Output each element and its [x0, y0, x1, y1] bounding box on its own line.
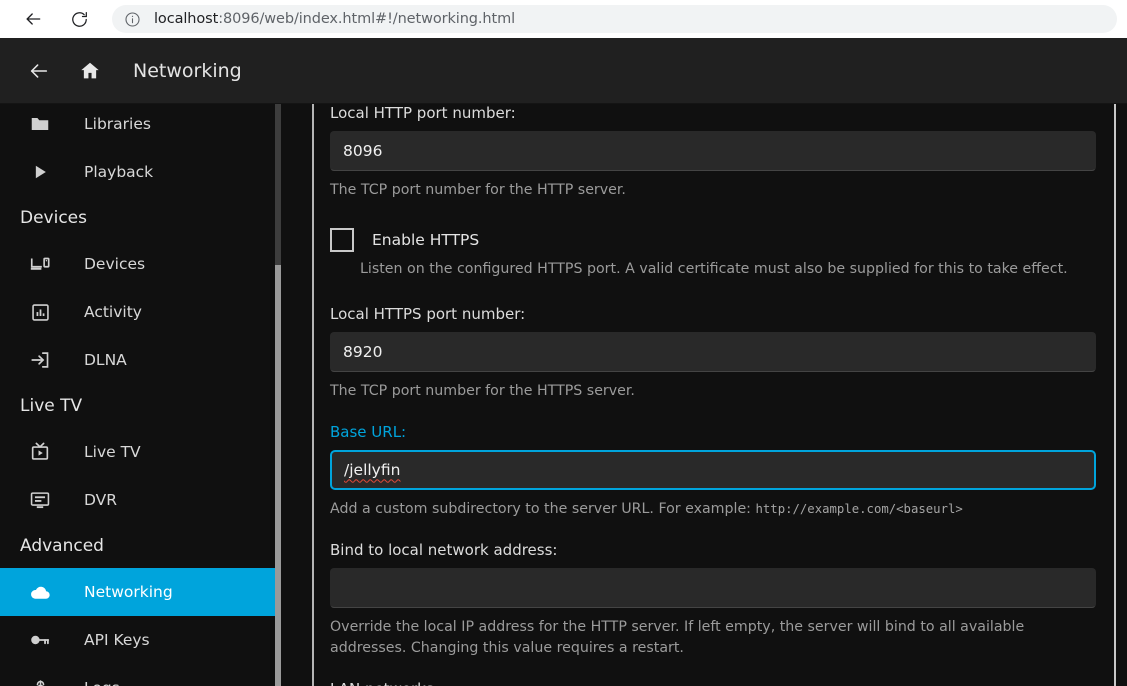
url-path: :8096/web/index.html#!/networking.html	[218, 11, 515, 27]
bug-icon	[28, 676, 52, 686]
url-host: localhost	[154, 11, 218, 27]
enable-https-row[interactable]: Enable HTTPS	[314, 228, 1114, 252]
enable-https-hint: Listen on the configured HTTPS port. A v…	[314, 252, 1114, 277]
app-home-button[interactable]	[73, 54, 107, 88]
arrow-left-icon	[28, 60, 50, 82]
page-title: Networking	[133, 60, 242, 82]
sidebar-section-devices: Devices	[0, 196, 280, 240]
sidebar-item-libraries[interactable]: Libraries	[0, 104, 280, 148]
base-url-input[interactable]: /jellyfin	[330, 450, 1096, 490]
enable-https-label: Enable HTTPS	[372, 231, 479, 249]
enable-https-checkbox[interactable]	[330, 228, 354, 252]
sidebar-item-label: Networking	[84, 583, 173, 601]
sidebar-item-dlna[interactable]: DLNA	[0, 336, 280, 384]
dvr-icon	[28, 488, 52, 512]
sidebar-item-label: DLNA	[84, 351, 127, 369]
cloud-icon	[28, 580, 52, 604]
sidebar-item-api-keys[interactable]: API Keys	[0, 616, 280, 664]
sidebar-item-label: Playback	[84, 163, 153, 181]
activity-icon	[28, 300, 52, 324]
home-icon	[79, 60, 101, 82]
devices-icon	[28, 252, 52, 276]
reload-icon	[70, 10, 89, 29]
sidebar-list: Libraries Playback Devices Devices Activity D…	[0, 104, 280, 686]
http-port-hint: The TCP port number for the HTTP server.	[330, 171, 1096, 200]
sidebar-item-label: DVR	[84, 491, 117, 509]
base-url-hint-text: Add a custom subdirectory to the server …	[330, 501, 751, 517]
browser-back-button[interactable]	[18, 4, 48, 34]
base-url-label: Base URL:	[330, 423, 1096, 450]
play-icon	[28, 160, 52, 184]
sidebar-item-devices[interactable]: Devices	[0, 240, 280, 288]
field-https-port: Local HTTPS port number: 8920 The TCP po…	[314, 305, 1114, 401]
http-port-label: Local HTTP port number:	[330, 104, 1096, 131]
bind-address-hint: Override the local IP address for the HT…	[330, 608, 1096, 657]
http-port-input[interactable]: 8096	[330, 131, 1096, 171]
key-icon	[28, 628, 52, 652]
https-port-hint: The TCP port number for the HTTPS server…	[330, 372, 1096, 401]
base-url-hint: Add a custom subdirectory to the server …	[330, 490, 1096, 519]
sidebar-item-label: Devices	[84, 255, 145, 273]
field-lan-networks: LAN networks:	[314, 680, 1114, 686]
sidebar-section-advanced: Advanced	[0, 524, 280, 568]
sidebar-item-playback[interactable]: Playback	[0, 148, 280, 196]
sidebar-item-label: API Keys	[84, 631, 150, 649]
sidebar-item-activity[interactable]: Activity	[0, 288, 280, 336]
https-port-label: Local HTTPS port number:	[330, 305, 1096, 332]
sidebar-item-label: Activity	[84, 303, 142, 321]
sidebar-item-label: Libraries	[84, 115, 151, 133]
dlna-icon	[28, 348, 52, 372]
sidebar-item-dvr[interactable]: DVR	[0, 476, 280, 524]
bind-address-label: Bind to local network address:	[330, 541, 1096, 568]
url-text: localhost:8096/web/index.html#!/networki…	[154, 11, 515, 27]
app-back-button[interactable]	[22, 54, 56, 88]
sidebar-section-live-tv: Live TV	[0, 384, 280, 428]
sidebar-item-label: Logs	[84, 679, 120, 686]
sidebar-item-live-tv[interactable]: Live TV	[0, 428, 280, 476]
sidebar[interactable]: Libraries Playback Devices Devices Activity D…	[0, 104, 280, 686]
sidebar-item-label: Live TV	[84, 443, 141, 461]
sidebar-item-logs[interactable]: Logs	[0, 664, 280, 686]
field-bind-address: Bind to local network address: Override …	[314, 541, 1114, 657]
info-circle-icon[interactable]	[124, 11, 141, 28]
base-url-value: /jellyfin	[344, 461, 400, 479]
browser-toolbar: localhost:8096/web/index.html#!/networki…	[0, 0, 1127, 38]
folder-icon	[28, 112, 52, 136]
arrow-left-icon	[23, 9, 43, 29]
sidebar-scrollbar-thumb[interactable]	[275, 265, 281, 686]
settings-form: Local HTTP port number: 8096 The TCP por…	[314, 104, 1114, 686]
field-http-port: Local HTTP port number: 8096 The TCP por…	[314, 104, 1114, 200]
field-enable-https: Enable HTTPS Listen on the configured HT…	[314, 228, 1114, 277]
lan-networks-label: LAN networks:	[330, 680, 1096, 686]
app-header: Networking	[0, 38, 1127, 104]
field-base-url: Base URL: /jellyfin Add a custom subdire…	[314, 423, 1114, 519]
sidebar-item-networking[interactable]: Networking	[0, 568, 280, 616]
base-url-hint-code: http://example.com/<baseurl>	[755, 502, 962, 516]
https-port-input[interactable]: 8920	[330, 332, 1096, 372]
screen: localhost:8096/web/index.html#!/networki…	[0, 0, 1127, 686]
browser-reload-button[interactable]	[64, 4, 94, 34]
bind-address-input[interactable]	[330, 568, 1096, 608]
tv-icon	[28, 440, 52, 464]
address-bar[interactable]: localhost:8096/web/index.html#!/networki…	[112, 5, 1117, 33]
